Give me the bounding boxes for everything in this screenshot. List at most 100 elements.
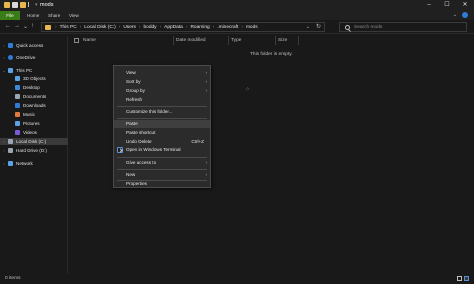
collapse-chevron-icon[interactable]: ⌄: [0, 68, 8, 73]
menu-item-label: Paste shortcut: [126, 130, 156, 135]
sidebar-item-label: This PC: [16, 68, 33, 73]
address-dropdown-icon[interactable]: ⌄: [306, 23, 310, 31]
breadcrumb: › This PC › Local Disk (C:) › Users › bo…: [55, 24, 258, 31]
column-divider[interactable]: [275, 36, 276, 45]
breadcrumb-users[interactable]: Users: [123, 24, 136, 31]
column-header-type[interactable]: Type: [231, 36, 241, 45]
menu-item-give-access[interactable]: Give access to ›: [114, 159, 210, 167]
expand-chevron-icon[interactable]: ›: [0, 43, 8, 48]
column-divider[interactable]: [173, 36, 174, 45]
new-folder-icon[interactable]: [20, 2, 26, 8]
sidebar-item-onedrive[interactable]: › OneDrive: [0, 54, 68, 61]
up-button[interactable]: ↑: [31, 23, 34, 29]
address-bar[interactable]: › This PC › Local Disk (C:) › Users › bo…: [41, 22, 325, 32]
menu-separator: [117, 157, 207, 158]
menu-separator: [117, 118, 207, 119]
breadcrumb-local-disk[interactable]: Local Disk (C:): [84, 24, 115, 31]
menu-item-paste[interactable]: Paste: [114, 120, 210, 128]
sidebar-item-local-disk-c[interactable]: › Local Disk (C:): [0, 138, 68, 145]
minimize-button[interactable]: –: [420, 0, 438, 11]
sidebar-item-hard-drive-d[interactable]: › Hard Drive (D:): [0, 147, 68, 154]
recent-locations-button[interactable]: ⌄: [23, 23, 28, 30]
download-icon: [15, 103, 20, 108]
menu-item-undo-delete[interactable]: Undo Delete Ctrl+Z: [114, 138, 210, 146]
quick-access-toolbar: ▾: [4, 2, 38, 8]
breadcrumb-minecraft[interactable]: .minecraft: [217, 24, 238, 31]
breadcrumb-this-pc[interactable]: This PC: [60, 24, 77, 31]
expand-chevron-icon[interactable]: ›: [0, 55, 8, 60]
shortcut-label: Ctrl+Z: [191, 139, 204, 144]
expand-chevron-icon[interactable]: ›: [0, 161, 8, 166]
menu-item-group-by[interactable]: Group by ›: [114, 87, 210, 95]
select-all-checkbox[interactable]: [74, 38, 79, 43]
tab-view[interactable]: View: [69, 11, 79, 20]
expand-chevron-icon[interactable]: ›: [0, 148, 8, 153]
sidebar-item-downloads[interactable]: Downloads: [0, 102, 68, 109]
breadcrumb-separator[interactable]: ›: [213, 24, 215, 31]
menu-item-open-terminal[interactable]: Open in Windows Terminal: [114, 146, 210, 154]
sidebar-item-quick-access[interactable]: › Quick access: [0, 42, 68, 49]
ribbon-right: ⌄: [453, 12, 468, 18]
maximize-button[interactable]: ☐: [438, 0, 456, 11]
breadcrumb-separator[interactable]: ›: [119, 24, 121, 31]
column-header-name[interactable]: Name: [83, 36, 96, 45]
cloud-icon: [8, 55, 13, 60]
submenu-arrow-icon: ›: [205, 160, 207, 165]
navigation-pane: › Quick access › OneDrive ⌄ This PC 3D O…: [0, 36, 68, 274]
menu-item-label: Give access to: [126, 160, 157, 165]
menu-item-properties[interactable]: Properties: [114, 180, 210, 188]
computer-icon: [8, 68, 13, 73]
tab-home[interactable]: Home: [27, 11, 39, 20]
sidebar-item-network[interactable]: › Network: [0, 160, 68, 167]
menu-item-paste-shortcut[interactable]: Paste shortcut: [114, 129, 210, 137]
details-view-icon[interactable]: [457, 276, 462, 281]
sidebar-item-desktop[interactable]: Desktop: [0, 84, 68, 91]
forward-button[interactable]: →: [14, 23, 20, 29]
help-icon[interactable]: [462, 12, 468, 18]
view-switcher: [457, 276, 469, 281]
pin-icon[interactable]: [28, 2, 32, 7]
breadcrumb-appdata[interactable]: AppData: [164, 24, 183, 31]
breadcrumb-separator[interactable]: ›: [80, 24, 82, 31]
sidebar-item-documents[interactable]: Documents: [0, 93, 68, 100]
tab-file[interactable]: File: [0, 11, 20, 20]
breadcrumb-separator[interactable]: ›: [241, 24, 243, 31]
breadcrumb-roaming[interactable]: Roaming: [190, 24, 209, 31]
column-header-date-modified[interactable]: Date modified: [176, 36, 206, 45]
expand-chevron-icon[interactable]: ›: [0, 139, 8, 144]
properties-icon[interactable]: [12, 2, 18, 8]
menu-separator: [117, 169, 207, 170]
large-icons-view-icon[interactable]: [464, 276, 469, 281]
star-icon: [8, 43, 13, 48]
sidebar-item-this-pc[interactable]: ⌄ This PC: [0, 67, 68, 74]
breadcrumb-separator[interactable]: ›: [139, 24, 141, 31]
customize-toolbar-chevron-icon[interactable]: ▾: [35, 2, 38, 8]
close-button[interactable]: ✕: [456, 0, 474, 11]
ribbon: File Home Share View ⌄: [0, 11, 474, 20]
menu-item-refresh[interactable]: Refresh: [114, 96, 210, 104]
breadcrumb-separator[interactable]: ›: [160, 24, 162, 31]
menu-item-customize-folder[interactable]: Customize this folder...: [114, 108, 210, 116]
menu-item-new[interactable]: New ›: [114, 171, 210, 179]
column-header-size[interactable]: Size: [278, 36, 287, 45]
refresh-icon[interactable]: ↻: [316, 23, 321, 31]
pictures-icon: [15, 121, 20, 126]
breadcrumb-mods[interactable]: mods: [246, 24, 258, 31]
sidebar-item-label: 3D Objects: [23, 76, 46, 81]
context-menu: View › Sort by › Group by › Refresh Cust…: [113, 65, 211, 188]
search-input[interactable]: Search mods: [339, 22, 467, 32]
column-divider[interactable]: [298, 36, 299, 45]
column-divider[interactable]: [228, 36, 229, 45]
sidebar-item-pictures[interactable]: Pictures: [0, 120, 68, 127]
empty-folder-message: This folder is empty.: [250, 52, 293, 57]
breadcrumb-separator[interactable]: ›: [186, 24, 188, 31]
chevron-down-icon[interactable]: ⌄: [453, 12, 457, 18]
back-button[interactable]: ←: [5, 23, 11, 29]
menu-item-view[interactable]: View ›: [114, 69, 210, 77]
sidebar-item-3d-objects[interactable]: 3D Objects: [0, 75, 68, 82]
tab-share[interactable]: Share: [48, 11, 60, 20]
breadcrumb-boddy[interactable]: boddy: [143, 24, 156, 31]
menu-item-sort-by[interactable]: Sort by ›: [114, 78, 210, 86]
sidebar-item-videos[interactable]: Videos: [0, 129, 68, 136]
sidebar-item-music[interactable]: Music: [0, 111, 68, 118]
